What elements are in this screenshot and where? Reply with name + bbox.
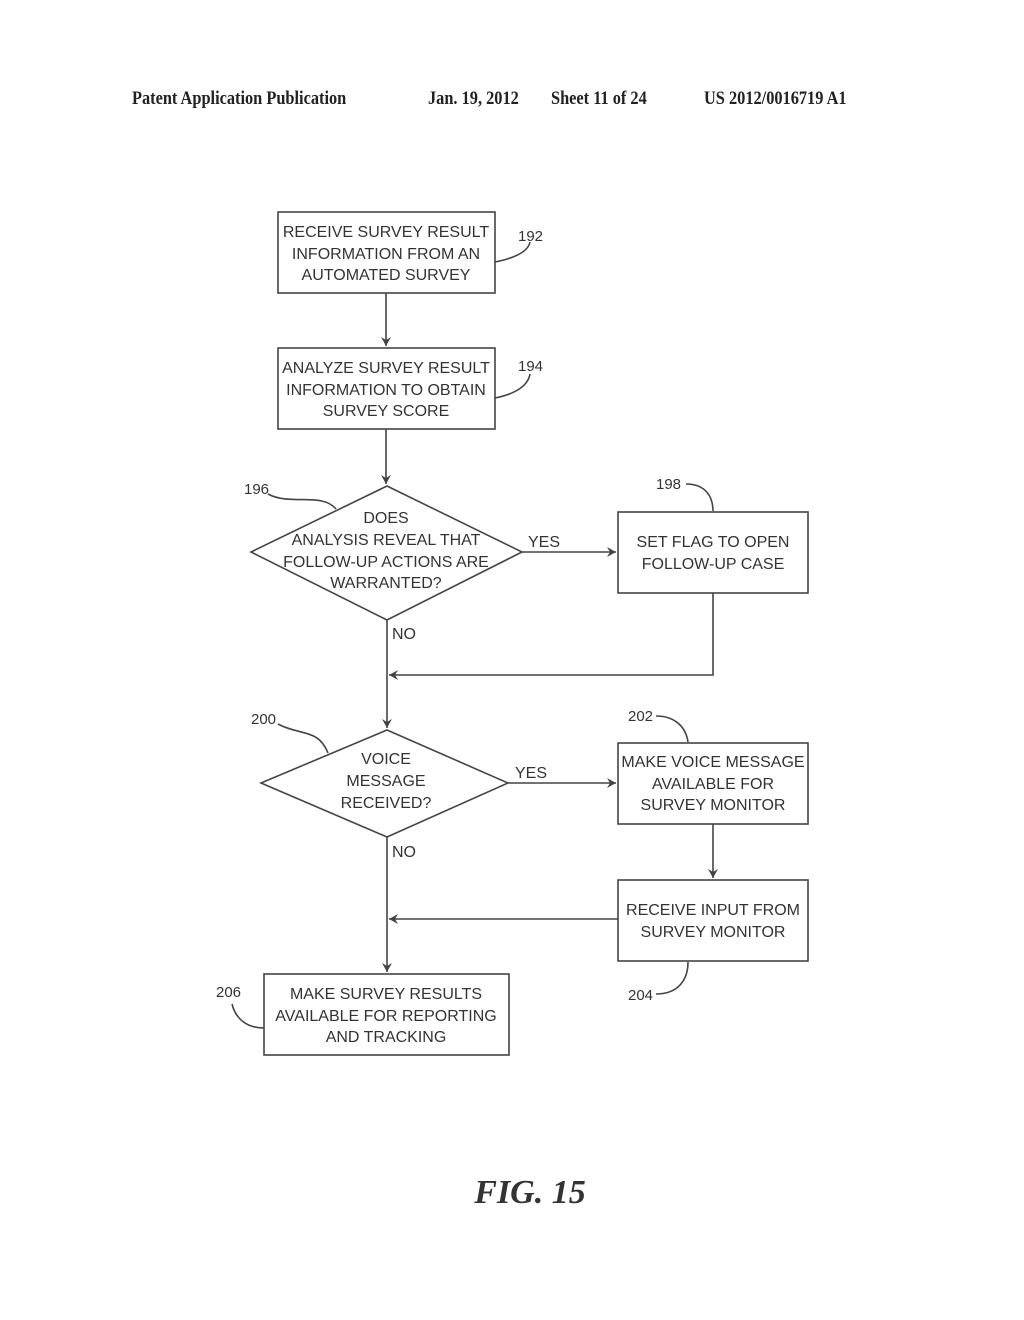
decision-196-line-3: FOLLOW-UP ACTIONS ARE [283, 554, 489, 571]
figure-caption: FIG. 15 [473, 1174, 585, 1211]
decision-196-line-1: DOES [363, 510, 408, 527]
decision-196 [249, 485, 524, 621]
decision-200-line-3: RECEIVED? [341, 795, 432, 812]
decision-196-line-2: ANALYSIS REVEAL THAT [292, 532, 481, 549]
ref-194: 194 [518, 358, 543, 375]
box-206-line-2: AVAILABLE FOR REPORTING [275, 1008, 496, 1025]
yes-label-200: YES [515, 765, 547, 782]
leader-192 [494, 241, 531, 263]
ref-200: 200 [251, 711, 276, 728]
flowchart-diagram: RECEIVE SURVEY RESULT INFORMATION FROM A… [216, 211, 809, 1211]
box-194-line-3: SURVEY SCORE [323, 403, 450, 420]
edge-198-200 [389, 593, 714, 680]
leader-202 [655, 715, 689, 743]
ref-198: 198 [656, 476, 681, 493]
ref-196: 196 [244, 481, 269, 498]
box-206-line-1: MAKE SURVEY RESULTS [290, 986, 482, 1003]
box-192-line-3: AUTOMATED SURVEY [302, 267, 471, 284]
decision-196-line-4: WARRANTED? [330, 575, 442, 592]
box-202-line-3: SURVEY MONITOR [641, 797, 786, 814]
box-198 [617, 511, 809, 594]
ref-204: 204 [628, 987, 653, 1004]
box-202-line-1: MAKE VOICE MESSAGE [621, 754, 804, 771]
box-194-line-1: ANALYZE SURVEY RESULT [282, 360, 490, 377]
box-198-line-1: SET FLAG TO OPEN [637, 534, 790, 551]
no-label-196: NO [392, 626, 416, 643]
box-194-line-2: INFORMATION TO OBTAIN [286, 382, 486, 399]
leader-194 [494, 373, 531, 399]
box-198-line-2: FOLLOW-UP CASE [642, 556, 785, 573]
leader-204 [655, 961, 689, 995]
box-204-line-2: SURVEY MONITOR [641, 924, 786, 941]
leader-206 [231, 1003, 265, 1029]
ref-206: 206 [216, 984, 241, 1001]
ref-192: 192 [518, 228, 543, 245]
yes-label-196: YES [528, 534, 560, 551]
ref-202: 202 [628, 708, 653, 725]
box-204 [617, 879, 809, 962]
box-204-line-1: RECEIVE INPUT FROM [626, 902, 800, 919]
decision-200-line-1: VOICE [361, 751, 411, 768]
decision-200-line-2: MESSAGE [346, 773, 425, 790]
box-206-line-3: AND TRACKING [326, 1029, 447, 1046]
leader-200 [277, 723, 329, 754]
leader-196 [267, 493, 337, 510]
box-192-line-1: RECEIVE SURVEY RESULT [283, 224, 490, 241]
box-202-line-2: AVAILABLE FOR [652, 776, 774, 793]
no-label-200: NO [392, 844, 416, 861]
leader-198 [685, 483, 714, 512]
box-192-line-2: INFORMATION FROM AN [292, 246, 480, 263]
